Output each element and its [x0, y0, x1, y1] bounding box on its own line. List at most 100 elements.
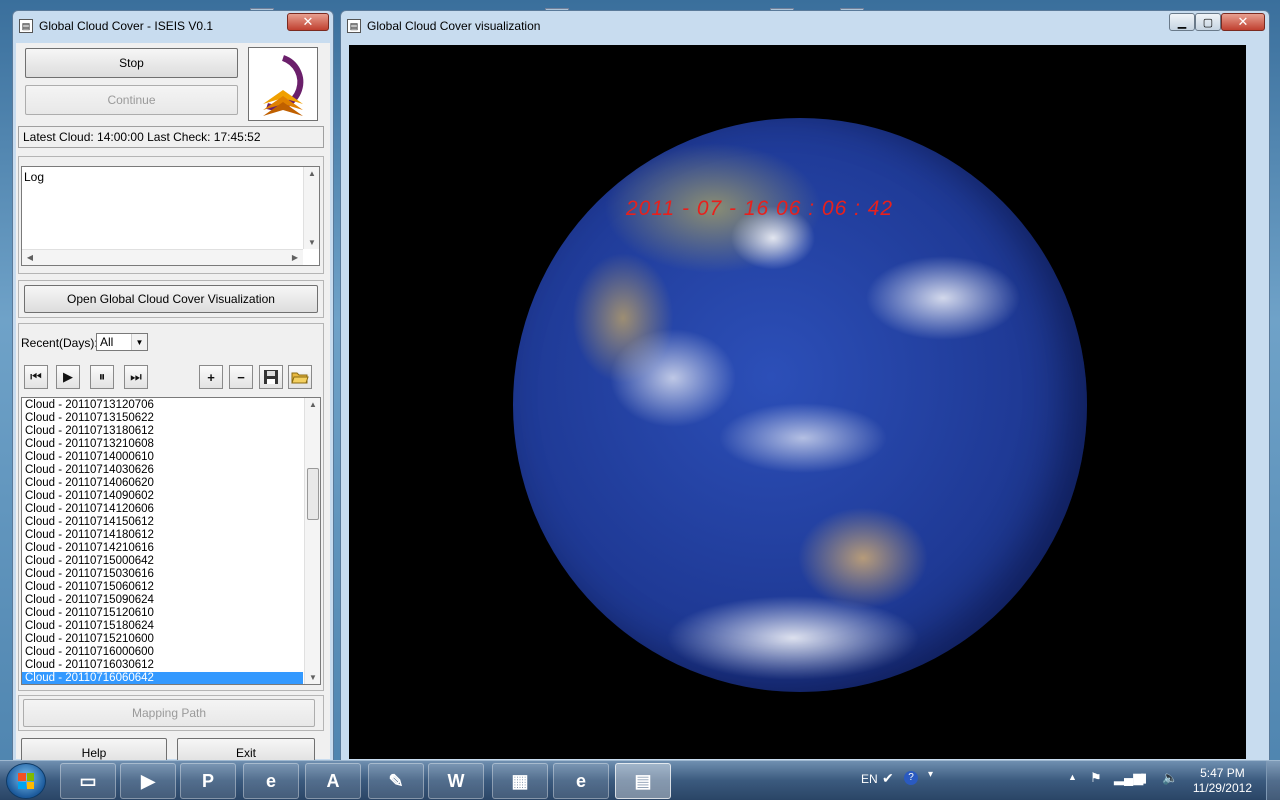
- chevron-down-icon[interactable]: ▼: [131, 334, 147, 350]
- taskbar-app-explorer[interactable]: ▭: [60, 763, 116, 799]
- log-horizontal-scrollbar[interactable]: ◀ ▶: [22, 249, 303, 265]
- list-item[interactable]: Cloud - 20110714120606: [22, 503, 303, 516]
- taskbar: ▭ ▶ Pe A ✎ W ▦ e ▤ EN ✔ ? ▾ ▲ ⚑ ▂▄▆ ▮ 🔈 5:47 PM …: [0, 760, 1280, 800]
- show-desktop-button[interactable]: [1266, 761, 1280, 800]
- scroll-right-icon[interactable]: ▶: [287, 253, 303, 262]
- tray-expand-icon[interactable]: ▲: [1068, 772, 1077, 782]
- play-icon: ▶: [63, 369, 73, 384]
- remove-button[interactable]: −: [229, 365, 253, 389]
- list-item[interactable]: Cloud - 20110714180612: [22, 529, 303, 542]
- minimize-button[interactable]: ▁: [1169, 13, 1195, 31]
- first-frame-button[interactable]: ⏮: [24, 365, 48, 389]
- save-button[interactable]: [259, 365, 283, 389]
- mapping-path-button[interactable]: Mapping Path: [23, 699, 315, 727]
- list-item[interactable]: Cloud - 20110715030616: [22, 568, 303, 581]
- action-center-flag-icon[interactable]: ⚑: [1090, 770, 1102, 786]
- visualization-window-title: Global Cloud Cover visualization: [367, 19, 541, 33]
- start-button[interactable]: [6, 763, 46, 799]
- close-button[interactable]: ✕: [287, 13, 329, 31]
- taskbar-app-internet-explorer[interactable]: e: [243, 763, 299, 799]
- continue-button[interactable]: Continue: [25, 85, 238, 115]
- list-item[interactable]: Cloud - 20110713180612: [22, 425, 303, 438]
- acrobat-icon: A: [326, 770, 340, 791]
- media-player-icon: ▶: [141, 770, 155, 791]
- iseis-logo-icon: [263, 55, 304, 116]
- list-item[interactable]: Cloud - 20110714210616: [22, 542, 303, 555]
- list-item[interactable]: Cloud - 20110713210608: [22, 438, 303, 451]
- taskbar-app-word[interactable]: W: [428, 763, 484, 799]
- list-item[interactable]: Cloud - 20110713150622: [22, 412, 303, 425]
- recent-days-label: Recent(Days):: [21, 336, 98, 350]
- list-item[interactable]: Cloud - 20110714030626: [22, 464, 303, 477]
- stop-button[interactable]: Stop: [25, 48, 238, 78]
- minus-icon: −: [237, 369, 245, 385]
- maximize-button[interactable]: ▢: [1195, 13, 1221, 31]
- log-textarea[interactable]: Log ▲ ▼ ◀ ▶: [21, 166, 320, 266]
- control-window-client: Stop Continue Latest Cloud: 14:00:00 Las…: [16, 43, 330, 768]
- list-vertical-scrollbar[interactable]: ▲ ▼: [304, 398, 320, 684]
- iseis-logo: [248, 47, 318, 121]
- language-indicator[interactable]: EN: [861, 772, 878, 786]
- open-folder-button[interactable]: [288, 365, 312, 389]
- scroll-thumb[interactable]: [307, 468, 319, 520]
- globe-canvas[interactable]: 2011 - 07 - 16 06 : 06 : 42: [349, 45, 1246, 759]
- taskbar-app-internet-explorer-2[interactable]: e: [553, 763, 609, 799]
- volume-icon[interactable]: 🔈: [1162, 770, 1178, 786]
- taskbar-app-media-player[interactable]: ▶: [120, 763, 176, 799]
- list-item[interactable]: Cloud - 20110714150612: [22, 516, 303, 529]
- control-window: ▤ Global Cloud Cover - ISEIS V0.1 ✕ Stop…: [12, 10, 334, 768]
- word-icon: W: [447, 770, 465, 791]
- last-frame-button[interactable]: ⏭: [124, 365, 148, 389]
- list-item[interactable]: Cloud - 20110715000642: [22, 555, 303, 568]
- battery-icon[interactable]: ▮: [1140, 770, 1147, 786]
- list-item[interactable]: Cloud - 20110714090602: [22, 490, 303, 503]
- visualization-window-titlebar[interactable]: ▤ Global Cloud Cover visualization: [341, 11, 1269, 41]
- tray-help-icon[interactable]: ?: [904, 771, 918, 785]
- list-item[interactable]: Cloud - 20110713120706: [22, 399, 303, 412]
- pause-button[interactable]: ⏸: [90, 365, 114, 389]
- cloud-file-list[interactable]: Cloud - 20110713120706 Cloud - 2011071315…: [21, 397, 321, 685]
- save-icon: [264, 370, 278, 384]
- list-item[interactable]: Cloud - 20110715060612: [22, 581, 303, 594]
- scroll-up-icon[interactable]: ▲: [305, 400, 320, 409]
- list-item[interactable]: Cloud - 20110716060642: [22, 672, 303, 684]
- list-item[interactable]: Cloud - 20110715090624: [22, 594, 303, 607]
- scroll-down-icon[interactable]: ▼: [305, 673, 320, 682]
- clock-time: 5:47 PM: [1200, 766, 1245, 780]
- folder-open-icon: [291, 372, 309, 384]
- cloud-file-rows: Cloud - 20110713120706 Cloud - 2011071315…: [22, 399, 303, 684]
- taskbar-app-acrobat[interactable]: A: [305, 763, 361, 799]
- taskbar-app-powerpoint[interactable]: P: [180, 763, 236, 799]
- list-item[interactable]: Cloud - 20110714060620: [22, 477, 303, 490]
- list-item[interactable]: Cloud - 20110716000600: [22, 646, 303, 659]
- skip-forward-icon: ⏭: [130, 369, 142, 384]
- tray-options-icon[interactable]: ▾: [928, 769, 933, 780]
- cloud-app-icon: ▤: [634, 770, 652, 791]
- scroll-down-icon[interactable]: ▼: [304, 238, 320, 247]
- visualization-window: ▤ Global Cloud Cover visualization ▁ ▢ ✕…: [340, 10, 1270, 762]
- list-item[interactable]: Cloud - 20110715120610: [22, 607, 303, 620]
- scroll-up-icon[interactable]: ▲: [304, 169, 320, 178]
- list-item[interactable]: Cloud - 20110715210600: [22, 633, 303, 646]
- list-item[interactable]: Cloud - 20110716030612: [22, 659, 303, 672]
- taskbar-app-quill[interactable]: ✎: [368, 763, 424, 799]
- open-visualization-button[interactable]: Open Global Cloud Cover Visualization: [24, 285, 318, 313]
- control-window-titlebar[interactable]: ▤ Global Cloud Cover - ISEIS V0.1: [13, 11, 333, 41]
- timestamp-overlay: 2011 - 07 - 16 06 : 06 : 42: [626, 197, 894, 220]
- powerpoint-icon: P: [201, 770, 214, 791]
- taskbar-app-control-panel[interactable]: ▦: [492, 763, 548, 799]
- recent-days-select[interactable]: All ▼: [96, 333, 148, 351]
- play-button[interactable]: ▶: [56, 365, 80, 389]
- close-button[interactable]: ✕: [1221, 13, 1265, 31]
- windows-logo-icon: [18, 773, 34, 789]
- tray-clipboard-icon[interactable]: ✔: [882, 770, 894, 787]
- list-item[interactable]: Cloud - 20110714000610: [22, 451, 303, 464]
- list-item[interactable]: Cloud - 20110715180624: [22, 620, 303, 633]
- system-clock[interactable]: 5:47 PM 11/29/2012: [1193, 766, 1252, 796]
- log-vertical-scrollbar[interactable]: ▲ ▼: [303, 167, 319, 249]
- taskbar-app-cloud-app[interactable]: ▤: [615, 763, 671, 799]
- add-button[interactable]: +: [199, 365, 223, 389]
- network-icon[interactable]: ▂▄▆: [1114, 770, 1143, 786]
- explorer-icon: ▭: [79, 770, 97, 791]
- scroll-left-icon[interactable]: ◀: [22, 253, 38, 262]
